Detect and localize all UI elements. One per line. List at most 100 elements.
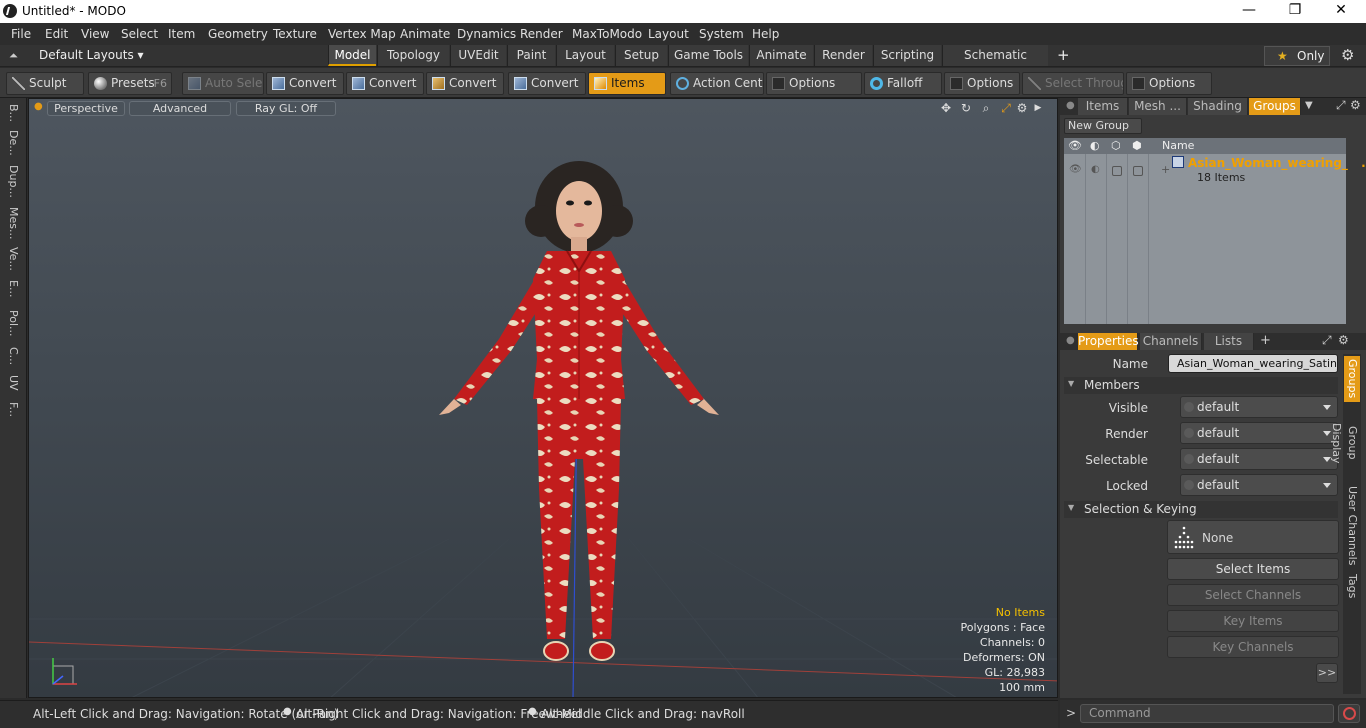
select-items-button[interactable]: Select Items (1167, 558, 1339, 580)
strip-tab-uv[interactable]: UV (3, 372, 23, 394)
options-button-3[interactable]: Options (1126, 72, 1212, 95)
strip-tab-fusion[interactable]: F... (3, 396, 23, 424)
tab-model[interactable]: Model (328, 45, 376, 66)
strip-tab-basic[interactable]: B... (3, 102, 23, 124)
strip-tab-curve[interactable]: C... (3, 344, 23, 368)
menu-layout[interactable]: Layout (648, 27, 689, 41)
group-name[interactable]: Asian_Woman_wearing_ ... (1188, 156, 1366, 170)
minimize-button[interactable]: — (1226, 0, 1272, 23)
strip-tab-deform[interactable]: De... (3, 128, 23, 158)
row-lock-checkbox[interactable] (1133, 166, 1143, 176)
locked-reset-icon[interactable] (1184, 480, 1194, 490)
more-button[interactable]: >> (1316, 663, 1338, 683)
strip-tab-duplicate[interactable]: Dup... (3, 162, 23, 200)
only-toggle[interactable]: ★ Only (1264, 46, 1330, 66)
members-section-header[interactable]: Members (1064, 377, 1338, 394)
convert-button-4[interactable]: Convert (508, 72, 586, 95)
tab-shading[interactable]: Shading (1188, 98, 1248, 115)
command-input[interactable]: Command (1080, 704, 1334, 723)
add-tab-icon[interactable]: + (1260, 333, 1271, 348)
tab-mesh[interactable]: Mesh ... (1129, 98, 1187, 115)
close-button[interactable]: ✕ (1318, 0, 1364, 23)
strip-tab-vertex[interactable]: Ve... (3, 246, 23, 272)
tab-properties[interactable]: Properties (1078, 333, 1139, 350)
menu-edit[interactable]: Edit (45, 27, 68, 41)
3d-viewport[interactable]: ● Perspective Advanced Ray GL: Off ✥ ↻ ⌕… (28, 98, 1058, 698)
strip-tab-mesh-edit[interactable]: Mes... (3, 204, 23, 242)
tab-uvedit[interactable]: UVEdit (450, 45, 506, 66)
presets-button[interactable]: Presets F6 (88, 72, 172, 95)
menu-animate[interactable]: Animate (400, 27, 450, 41)
menu-texture[interactable]: Texture (273, 27, 317, 41)
selection-keying-section-header[interactable]: Selection & Keying (1064, 501, 1338, 518)
key-items-button[interactable]: Key Items (1167, 610, 1339, 632)
menu-vertex-map[interactable]: Vertex Map (328, 27, 396, 41)
default-layouts-dropdown[interactable]: Default Layouts ▾ (39, 48, 144, 62)
name-field[interactable]: Asian_Woman_wearing_Satin_Pj (1168, 354, 1338, 373)
locked-dropdown[interactable]: default (1180, 474, 1338, 496)
convert-button-2[interactable]: Convert (346, 72, 424, 95)
tab-scripting[interactable]: Scripting (873, 45, 941, 66)
collapse-icon[interactable]: ⏶ (9, 49, 18, 63)
items-mode-button[interactable]: Items (588, 72, 666, 95)
panel-gear-icon[interactable]: ⚙ (1350, 98, 1361, 112)
menu-system[interactable]: System (699, 27, 744, 41)
row-visibility-icon[interactable]: 👁 (1069, 164, 1082, 175)
groups-scrollbar[interactable] (1350, 138, 1362, 324)
menu-maxtomodo[interactable]: MaxToModo (572, 27, 642, 41)
tab-dropdown-icon[interactable]: ▼ (1305, 100, 1313, 111)
tab-animate[interactable]: Animate (749, 45, 813, 66)
panel-gear-icon[interactable]: ⚙ (1338, 333, 1349, 347)
menu-item[interactable]: Item (168, 27, 195, 41)
tab-setup[interactable]: Setup (615, 45, 667, 66)
select-channels-button[interactable]: Select Channels (1167, 584, 1339, 606)
tab-schematic-fusion[interactable]: Schematic Fusion (942, 45, 1048, 82)
selectable-dropdown[interactable]: default (1180, 448, 1338, 470)
strip-tab-edge[interactable]: E... (3, 276, 23, 302)
row-render-icon[interactable]: ◐ (1091, 164, 1100, 175)
render-dropdown[interactable]: default (1180, 422, 1338, 444)
selection-collapse-icon[interactable]: ▼ (1068, 503, 1074, 512)
maximize-panel-icon[interactable]: ⤢ (1322, 333, 1332, 348)
options-button-1[interactable]: Options (766, 72, 862, 95)
menu-render[interactable]: Render (520, 27, 563, 41)
menu-file[interactable]: File (11, 27, 31, 41)
maximize-panel-icon[interactable]: ⤢ (1336, 98, 1346, 113)
menu-dynamics[interactable]: Dynamics (457, 27, 516, 41)
menu-help[interactable]: Help (752, 27, 779, 41)
key-channels-button[interactable]: Key Channels (1167, 636, 1339, 658)
side-tab-tags[interactable]: Tags (1344, 570, 1360, 602)
menu-select[interactable]: Select (121, 27, 158, 41)
tab-game-tools[interactable]: Game Tools (668, 45, 748, 66)
visible-reset-icon[interactable] (1184, 402, 1194, 412)
add-tab-button[interactable]: + (1057, 46, 1070, 64)
expand-icon[interactable]: + (1161, 163, 1170, 176)
select-through-button[interactable]: Select Through (1022, 72, 1124, 95)
tab-items[interactable]: Items (1078, 98, 1128, 115)
tab-groups[interactable]: Groups (1249, 98, 1301, 115)
row-select-checkbox[interactable] (1112, 166, 1122, 176)
auto-select-button[interactable]: Auto Select (182, 72, 264, 95)
tab-layout[interactable]: Layout (556, 45, 614, 66)
new-group-button[interactable]: New Group (1064, 118, 1142, 134)
tab-paint[interactable]: Paint (507, 45, 555, 66)
members-collapse-icon[interactable]: ▼ (1068, 379, 1074, 388)
none-selection-button[interactable]: None (1167, 520, 1339, 554)
falloff-button[interactable]: Falloff (864, 72, 942, 95)
tab-lists[interactable]: Lists (1204, 333, 1254, 350)
side-tab-groups[interactable]: Groups (1344, 356, 1360, 402)
strip-tab-polygon[interactable]: Pol... (3, 306, 23, 340)
record-button[interactable] (1338, 704, 1360, 723)
side-tab-user-channels[interactable]: User Channels (1344, 486, 1360, 566)
options-button-2[interactable]: Options (944, 72, 1020, 95)
convert-button-3[interactable]: Convert (426, 72, 504, 95)
sculpt-button[interactable]: Sculpt (6, 72, 84, 95)
group-row[interactable]: 👁 ◐ + Asian_Woman_wearing_ ... 18 Items (1064, 156, 1366, 186)
settings-gear-icon[interactable]: ⚙ (1341, 46, 1354, 64)
character-model[interactable] (399, 159, 759, 679)
menu-geometry[interactable]: Geometry (208, 27, 268, 41)
tab-render[interactable]: Render (814, 45, 872, 66)
restore-button[interactable]: ❐ (1272, 0, 1318, 23)
selectable-reset-icon[interactable] (1184, 454, 1194, 464)
tab-topology[interactable]: Topology (377, 45, 449, 66)
